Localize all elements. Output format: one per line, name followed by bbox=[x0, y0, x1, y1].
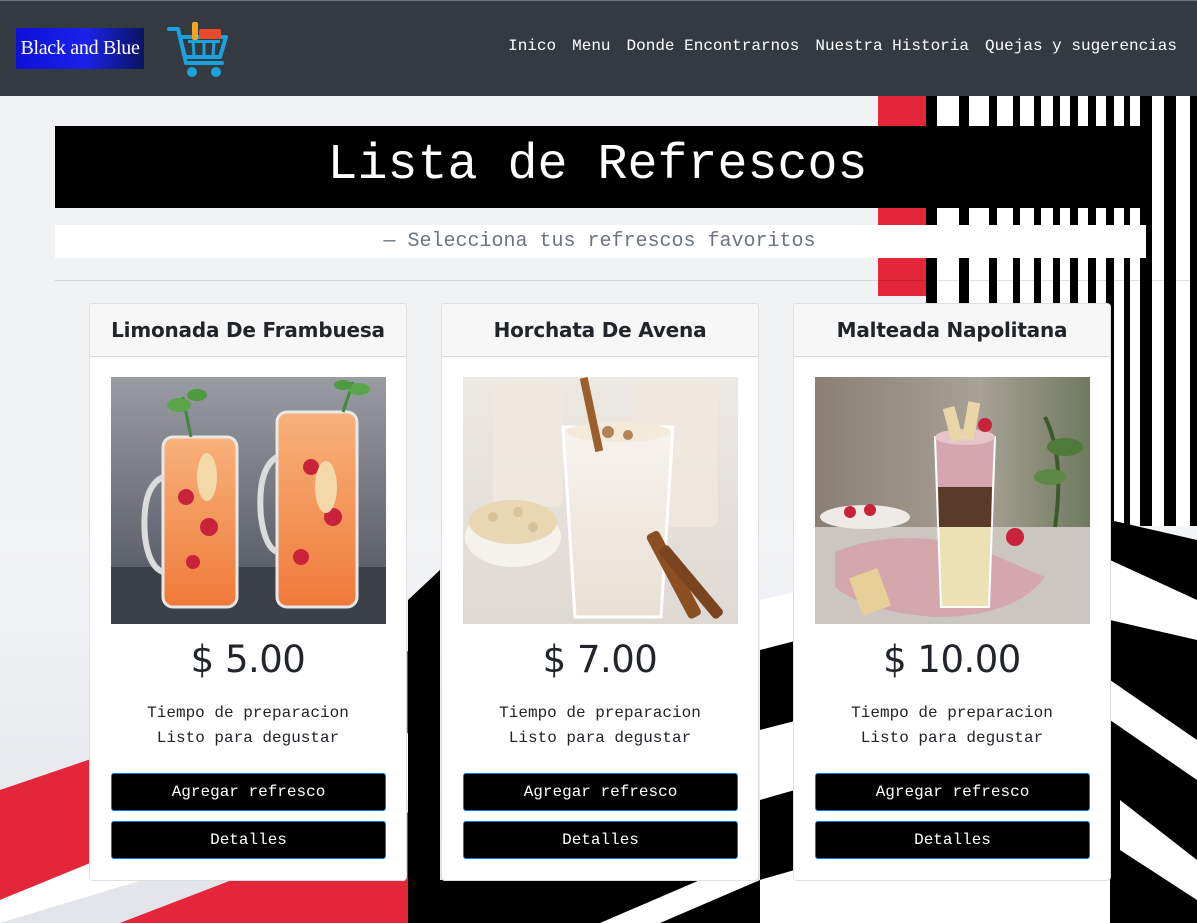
nav-link-inicio[interactable]: Inico bbox=[500, 37, 564, 55]
product-image-limonada bbox=[111, 377, 386, 624]
divider bbox=[55, 280, 1191, 281]
product-card-limonada: Limonada De Frambuesa $ 5.00 Tiempo de p… bbox=[89, 303, 407, 881]
prep-time-label: Tiempo de preparacion bbox=[147, 704, 349, 722]
details-button[interactable]: Detalles bbox=[815, 821, 1090, 859]
prep-time-label: Tiempo de preparacion bbox=[851, 704, 1053, 722]
page-title: Lista de Refrescos bbox=[327, 136, 868, 194]
ready-status: Listo para degustar bbox=[156, 729, 340, 747]
add-drink-button[interactable]: Agregar refresco bbox=[815, 773, 1090, 811]
product-price: $ 7.00 bbox=[542, 638, 658, 681]
nav-link-donde-encontrarnos[interactable]: Donde Encontrarnos bbox=[619, 37, 808, 55]
product-info: Tiempo de preparacion Listo para degusta… bbox=[442, 701, 758, 751]
nav-link-nuestra-historia[interactable]: Nuestra Historia bbox=[807, 37, 977, 55]
shopping-cart-icon[interactable] bbox=[166, 19, 230, 81]
product-price: $ 10.00 bbox=[883, 638, 1021, 681]
product-price: $ 5.00 bbox=[190, 638, 306, 681]
prep-time-label: Tiempo de preparacion bbox=[499, 704, 701, 722]
details-button[interactable]: Detalles bbox=[111, 821, 386, 859]
page-subtitle: — Selecciona tus refrescos favoritos bbox=[383, 230, 816, 253]
product-card-malteada: Malteada Napolitana $ 10.00 Tiempo de pr… bbox=[793, 303, 1111, 881]
subtitle-banner: — Selecciona tus refrescos favoritos bbox=[55, 225, 1146, 258]
add-drink-button[interactable]: Agregar refresco bbox=[111, 773, 386, 811]
product-name: Malteada Napolitana bbox=[794, 304, 1110, 357]
product-image-malteada bbox=[815, 377, 1090, 624]
product-name: Limonada De Frambuesa bbox=[90, 304, 406, 357]
brand-logo[interactable]: Black and Blue bbox=[16, 28, 144, 69]
add-drink-button[interactable]: Agregar refresco bbox=[463, 773, 738, 811]
navbar: Black and Blue Inico Menu Donde Encontra… bbox=[0, 0, 1197, 96]
product-card-horchata: Horchata De Avena $ 7.00 Tiempo de prepa… bbox=[441, 303, 759, 881]
ready-status: Listo para degustar bbox=[508, 729, 692, 747]
nav-link-menu[interactable]: Menu bbox=[564, 37, 618, 55]
product-info: Tiempo de preparacion Listo para degusta… bbox=[794, 701, 1110, 751]
product-info: Tiempo de preparacion Listo para degusta… bbox=[90, 701, 406, 751]
product-image-horchata bbox=[463, 377, 738, 624]
details-button[interactable]: Detalles bbox=[463, 821, 738, 859]
page-title-banner: Lista de Refrescos bbox=[55, 126, 1146, 208]
nav-links: Inico Menu Donde Encontrarnos Nuestra Hi… bbox=[500, 37, 1177, 55]
product-name: Horchata De Avena bbox=[442, 304, 758, 357]
nav-link-quejas-sugerencias[interactable]: Quejas y sugerencias bbox=[977, 37, 1177, 55]
ready-status: Listo para degustar bbox=[860, 729, 1044, 747]
